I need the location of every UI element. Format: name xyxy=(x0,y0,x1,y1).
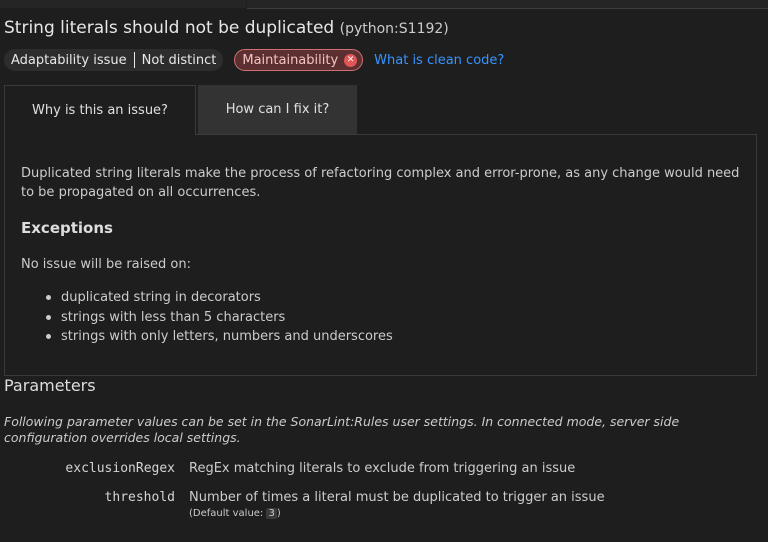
exceptions-heading: Exceptions xyxy=(21,219,113,237)
tab-how-can-i-fix-it[interactable]: How can I fix it? xyxy=(198,85,357,134)
parameter-row-exclusion-regex: exclusionRegex RegEx matching literals t… xyxy=(0,461,768,479)
parameter-description: Number of times a literal must be duplic… xyxy=(189,490,605,505)
editor-tab-strip xyxy=(0,0,768,9)
tab-why-is-this-an-issue[interactable]: Why is this an issue? xyxy=(4,85,196,135)
default-value: 3 xyxy=(266,508,277,519)
list-item: strings with only letters, numbers and u… xyxy=(41,327,393,347)
tab-content-panel: Duplicated string literals make the proc… xyxy=(4,134,757,376)
no-issue-text: No issue will be raised on: xyxy=(21,257,191,272)
impact-label: Maintainability xyxy=(242,52,339,68)
rule-description: Duplicated string literals make the proc… xyxy=(21,166,740,200)
list-item: strings with less than 5 characters xyxy=(41,308,393,328)
default-suffix: ) xyxy=(276,508,281,519)
attribute-separator xyxy=(133,52,135,68)
parameter-name: exclusionRegex xyxy=(65,461,175,476)
parameter-name: threshold xyxy=(104,490,175,505)
attribute-badge: Adaptability issue Not distinct xyxy=(4,49,224,71)
rule-key: (python:S1192) xyxy=(339,21,449,37)
list-item: duplicated string in decorators xyxy=(41,288,393,308)
parameter-default-value: (Default value: 3) xyxy=(189,508,281,519)
parameters-note: Following parameter values can be set in… xyxy=(4,414,680,445)
clean-code-attributes: Adaptability issue Not distinct Maintain… xyxy=(4,49,504,71)
editor-tab-left[interactable] xyxy=(0,0,246,8)
tab-label: Why is this an issue? xyxy=(32,103,168,118)
what-is-clean-code-link[interactable]: What is clean code? xyxy=(374,53,504,68)
rule-title: String literals should not be duplicated… xyxy=(4,18,449,38)
rule-title-text: String literals should not be duplicated xyxy=(4,18,335,38)
attribute-value: Not distinct xyxy=(141,52,217,68)
impact-badge: Maintainability ✕ xyxy=(234,49,364,71)
error-circle-icon: ✕ xyxy=(344,53,358,67)
parameters-heading: Parameters xyxy=(4,376,96,395)
parameter-description: RegEx matching literals to exclude from … xyxy=(189,461,576,476)
parameter-row-threshold: threshold Number of times a literal must… xyxy=(0,490,768,519)
editor-tab-right[interactable] xyxy=(247,0,768,9)
tab-label: How can I fix it? xyxy=(225,102,330,117)
attribute-category: Adaptability issue xyxy=(11,52,127,68)
default-prefix: (Default value: xyxy=(189,508,267,519)
exceptions-list: duplicated string in decorators strings … xyxy=(41,288,393,347)
